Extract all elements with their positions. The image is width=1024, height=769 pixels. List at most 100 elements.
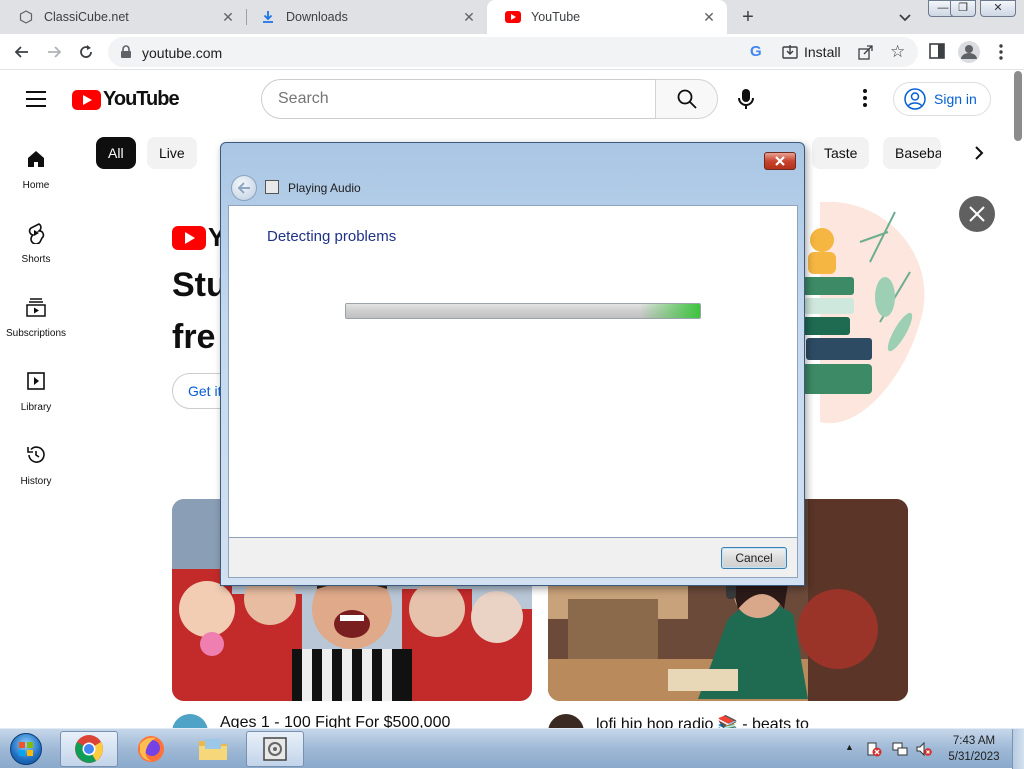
chevron-down-icon: [899, 14, 911, 22]
close-tab-icon[interactable]: ✕: [701, 9, 717, 25]
windows-logo-icon: [10, 733, 42, 765]
troubleshooter-dialog: Playing Audio Detecting problems Cancel: [220, 142, 805, 586]
search-input[interactable]: [261, 79, 656, 119]
sidebar-item-library[interactable]: Library: [0, 370, 72, 413]
youtube-icon: [505, 9, 521, 25]
bookmark-star-icon[interactable]: ☆: [890, 42, 905, 62]
sidebar-item-history[interactable]: History: [0, 444, 72, 487]
search-icon: [677, 89, 697, 109]
chip-live[interactable]: Live: [147, 137, 197, 169]
tab-classicube[interactable]: ClassiCube.net ✕: [0, 0, 246, 34]
chevron-right-icon[interactable]: [972, 145, 986, 166]
promo-title-line2: fre: [172, 318, 216, 356]
youtube-logo[interactable]: YouTube: [72, 88, 180, 111]
page-scrollbar[interactable]: [1012, 71, 1024, 728]
youtube-play-icon: [72, 89, 101, 110]
tab-youtube[interactable]: YouTube ✕: [487, 0, 727, 34]
close-tab-icon[interactable]: ✕: [220, 9, 236, 25]
download-icon: [260, 9, 276, 25]
window-close-button[interactable]: ✕: [980, 0, 1016, 17]
sidebar-item-label: Shorts: [21, 254, 51, 265]
system-clock[interactable]: 7:43 AM 5/31/2023: [944, 733, 1004, 765]
network-icon[interactable]: [892, 741, 908, 757]
search-button[interactable]: [655, 79, 718, 119]
sidebar-item-label: Library: [20, 402, 52, 413]
settings-menu-icon[interactable]: [862, 88, 868, 113]
tab-downloads[interactable]: Downloads ✕: [242, 0, 487, 34]
taskbar: ▲ 7:43 AM 5/31/2023: [0, 728, 1024, 769]
chip-taste[interactable]: Taste: [812, 137, 870, 169]
google-lens-icon[interactable]: G: [750, 43, 762, 60]
arrow-left-icon: [14, 46, 28, 58]
logo-wordmark: YouTube: [103, 88, 180, 110]
progress-glow: [640, 304, 700, 318]
arrow-left-icon: [237, 182, 250, 194]
dialog-footer: Cancel: [228, 538, 798, 578]
tab-label: Downloads: [286, 10, 348, 24]
profile-avatar-icon[interactable]: [958, 41, 980, 68]
forward-button[interactable]: [44, 42, 64, 62]
back-button[interactable]: [12, 42, 32, 62]
show-desktop-button[interactable]: [1012, 729, 1024, 769]
chip-baseball[interactable]: Baseba: [883, 137, 941, 169]
start-button[interactable]: [4, 730, 48, 768]
search-box: [261, 79, 718, 119]
dialog-window-title: Playing Audio: [288, 181, 361, 195]
taskbar-firefox[interactable]: [122, 731, 180, 767]
install-icon: [782, 45, 798, 59]
microphone-icon[interactable]: [737, 88, 755, 115]
reload-button[interactable]: [76, 42, 96, 62]
taskbar-troubleshooter[interactable]: [246, 731, 304, 767]
taskbar-chrome[interactable]: [60, 731, 118, 767]
library-icon: [0, 370, 72, 394]
promo-youtube-logo: Y: [172, 222, 225, 253]
url-text: youtube.com: [142, 45, 223, 61]
reload-icon: [80, 45, 92, 58]
cancel-button[interactable]: Cancel: [721, 547, 787, 569]
close-tab-icon[interactable]: ✕: [461, 9, 477, 25]
close-icon: [775, 156, 785, 166]
restore-button[interactable]: ❐: [950, 0, 976, 17]
home-icon: [0, 148, 72, 172]
browser-toolbar: youtube.com G Install ☆: [0, 34, 1024, 70]
side-panel-icon[interactable]: [929, 43, 945, 64]
troubleshooter-icon: [265, 180, 279, 194]
chrome-icon: [75, 735, 103, 763]
share-icon[interactable]: [858, 44, 874, 65]
action-center-icon[interactable]: [866, 741, 882, 757]
youtube-play-icon: [172, 225, 206, 250]
tab-search-button[interactable]: [896, 8, 914, 26]
tab-label: ClassiCube.net: [44, 10, 129, 24]
sign-in-label: Sign in: [934, 91, 977, 107]
promo-title-line1: Stu: [172, 266, 227, 304]
taskbar-explorer[interactable]: [184, 731, 242, 767]
clock-time: 7:43 AM: [952, 735, 996, 747]
firefox-icon: [138, 736, 164, 762]
scrollbar-thumb[interactable]: [1014, 71, 1022, 141]
sidebar-item-subscriptions[interactable]: Subscriptions: [0, 296, 72, 339]
tab-label: YouTube: [531, 10, 581, 24]
history-icon: [0, 444, 72, 468]
sidebar-item-home[interactable]: Home: [0, 148, 72, 191]
promo-illustration: [800, 201, 930, 432]
troubleshooter-icon: [263, 737, 287, 761]
install-app-button[interactable]: Install: [782, 44, 841, 60]
show-hidden-icons-button[interactable]: ▲: [845, 742, 854, 752]
dialog-close-button[interactable]: [764, 152, 796, 170]
progress-bar: [345, 303, 701, 319]
sign-in-button[interactable]: Sign in: [893, 82, 991, 116]
sidebar-item-label: Home: [22, 180, 50, 191]
file-explorer-icon: [199, 739, 227, 760]
arrow-right-icon: [48, 46, 62, 58]
address-bar[interactable]: youtube.com G Install ☆: [108, 37, 918, 67]
banner-close-button[interactable]: [959, 196, 995, 232]
close-icon: [969, 206, 985, 222]
chip-all[interactable]: All: [96, 137, 136, 169]
back-arrow-button[interactable]: [231, 175, 257, 201]
hamburger-menu-icon[interactable]: [26, 91, 46, 107]
sidebar-item-label: History: [20, 476, 52, 487]
new-tab-button[interactable]: +: [737, 6, 759, 28]
browser-menu-icon[interactable]: [998, 43, 1004, 66]
sidebar-item-shorts[interactable]: Shorts: [0, 222, 72, 265]
volume-muted-icon[interactable]: [916, 741, 932, 757]
